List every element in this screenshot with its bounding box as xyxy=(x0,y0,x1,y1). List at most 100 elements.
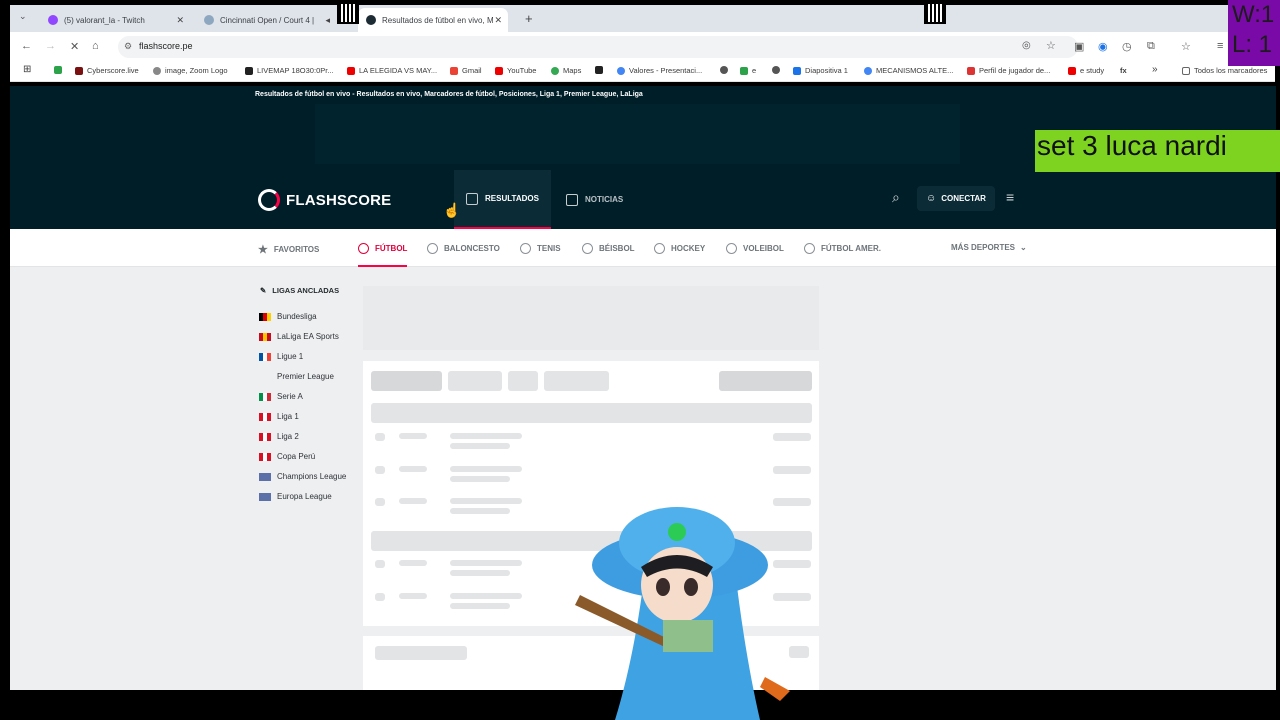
bookmark-item[interactable]: Cyberscore.live xyxy=(75,66,139,75)
bookmark-item[interactable] xyxy=(720,66,732,74)
pinned-league-item[interactable]: LaLiga EA Sports xyxy=(259,332,339,341)
bookmark-item[interactable]: Gmail xyxy=(450,66,482,75)
cast-icon[interactable]: ◉ xyxy=(1098,40,1108,53)
bookmark-item[interactable] xyxy=(772,66,784,74)
pinned-leagues-title: ✎ LIGAS ANCLADAS xyxy=(260,286,339,295)
bookmark-item[interactable]: MECANISMOS ALTE... xyxy=(864,66,953,75)
league-name: Europa League xyxy=(277,492,332,501)
nav-news[interactable]: NOTICIAS xyxy=(566,170,623,229)
sport-label: FÚTBOL xyxy=(375,244,408,253)
apps-icon[interactable]: ⊞ xyxy=(23,64,31,75)
league-name: Champions League xyxy=(277,472,347,481)
bookmark-item[interactable]: Perfil de jugador de... xyxy=(967,66,1050,75)
pinned-league-item[interactable]: Liga 1 xyxy=(259,412,299,421)
pinned-league-item[interactable]: Copa Perú xyxy=(259,452,315,461)
more-bookmarks-icon[interactable]: » xyxy=(1152,64,1158,75)
nav-results[interactable]: RESULTADOS xyxy=(454,170,551,229)
scoreboard-icon xyxy=(466,192,478,205)
bookmark-label: Diapositiva 1 xyxy=(805,66,848,75)
all-bookmarks-folder[interactable]: Todos los marcadores xyxy=(1182,66,1267,75)
omnibox[interactable]: ⚙ flashscore.pe ◎ ☆ xyxy=(118,36,1078,58)
league-name: Liga 1 xyxy=(277,412,299,421)
league-name: Premier League xyxy=(277,372,334,381)
connect-label: CONECTAR xyxy=(941,194,986,203)
new-tab-button[interactable]: + xyxy=(525,11,533,26)
bookmark-item[interactable]: Valores - Presentaci... xyxy=(617,66,702,75)
star-icon[interactable]: ☆ xyxy=(1046,39,1056,52)
more-sports-dropdown[interactable]: MÁS DEPORTES ⌄ xyxy=(951,243,1027,252)
pinned-league-item[interactable]: Liga 2 xyxy=(259,432,299,441)
sport-favorites[interactable]: ★ FAVORITOS xyxy=(258,243,319,256)
bookmark-label: Cyberscore.live xyxy=(87,66,139,75)
bookmarks-bar: ⊞ Cyberscore.live image, Zoom Logo LIVEM… xyxy=(10,62,1275,82)
bookmark-item[interactable]: LA ELEGIDA VS MAY... xyxy=(347,66,437,75)
pinned-league-item[interactable]: Serie A xyxy=(259,392,303,401)
eye-off-icon[interactable]: ◎ xyxy=(1022,40,1031,51)
tab-twitch[interactable]: (5) valorant_la - Twitch ✕ xyxy=(40,8,190,32)
skeleton-line xyxy=(450,508,510,514)
pinned-league-item[interactable]: Premier League xyxy=(259,372,334,381)
bookmark-item[interactable]: fx xyxy=(1120,66,1127,75)
logo-text: FLASHSCORE xyxy=(286,191,392,209)
tab-close-icon[interactable]: ✕ xyxy=(176,15,184,26)
site-info-icon[interactable]: ⚙ xyxy=(124,41,132,52)
wins-label: W:1 xyxy=(1232,1,1275,28)
menu-icon[interactable]: ≡ xyxy=(1217,40,1223,52)
sport-volleyball[interactable]: VOLEIBOL xyxy=(726,243,784,254)
losses-label: L: 1 xyxy=(1232,31,1273,58)
search-icon[interactable]: ⌕ xyxy=(892,189,900,206)
bookmark-item[interactable]: LIVEMAP 18O30:0Pr... xyxy=(245,66,334,75)
sport-hockey[interactable]: HOCKEY xyxy=(654,243,705,254)
bookmark-item[interactable]: YouTube xyxy=(495,66,536,75)
bookmark-item[interactable] xyxy=(595,66,607,74)
sport-basketball[interactable]: BALONCESTO xyxy=(427,243,500,254)
connect-button[interactable]: ☺ CONECTAR xyxy=(917,186,995,211)
sport-label: FAVORITOS xyxy=(273,245,320,254)
forward-icon[interactable]: → xyxy=(45,40,56,52)
skeleton-line xyxy=(450,466,522,472)
league-name: Copa Perú xyxy=(277,452,316,461)
bookmark-label: image, Zoom Logo xyxy=(165,66,228,75)
home-icon[interactable]: ⌂ xyxy=(92,40,99,52)
tab-cincinnati[interactable]: Cincinnati Open / Court 4 | ◂ xyxy=(196,8,336,32)
pinned-league-item[interactable]: Bundesliga xyxy=(259,312,317,321)
skeleton-line xyxy=(773,433,811,441)
hamburger-menu-icon[interactable]: ≡ xyxy=(1006,189,1014,205)
tab-close-icon[interactable]: ✕ xyxy=(494,15,502,26)
bookmark-label: Maps xyxy=(563,66,582,75)
bookmark-item[interactable]: image, Zoom Logo xyxy=(153,66,228,75)
skeleton-tab xyxy=(371,371,442,391)
url-text[interactable]: flashscore.pe xyxy=(139,41,193,51)
bookmark-item[interactable]: Maps xyxy=(551,66,581,75)
sport-baseball[interactable]: BÉISBOL xyxy=(582,243,635,254)
pinned-league-item[interactable]: Ligue 1 xyxy=(259,352,303,361)
bookmark-star-icon[interactable]: ☆ xyxy=(1181,40,1191,53)
tab-search-icon[interactable]: ⌄ xyxy=(19,11,27,22)
extension-icon[interactable]: ▣ xyxy=(1074,40,1084,53)
bookmark-item[interactable]: e xyxy=(740,66,756,75)
twitch-icon xyxy=(48,15,58,25)
bookmark-label: Todos los marcadores xyxy=(1194,66,1268,75)
league-name: Bundesliga xyxy=(277,312,317,321)
sport-tennis[interactable]: TENIS xyxy=(520,243,561,254)
bookmark-item[interactable]: Diapositiva 1 xyxy=(793,66,848,75)
volleyball-icon xyxy=(726,243,737,254)
bookmark-item[interactable] xyxy=(54,66,66,74)
sport-football[interactable]: FÚTBOL xyxy=(358,243,408,267)
back-icon[interactable]: ← xyxy=(21,40,32,52)
tab-flashscore[interactable]: Resultados de fútbol en vivo, M ✕ xyxy=(358,8,508,32)
mouse-pointer-icon: ☝ xyxy=(443,202,461,218)
country-flag-icon xyxy=(259,412,271,421)
bookmark-item[interactable]: e study xyxy=(1068,66,1104,75)
nav-label: RESULTADOS xyxy=(485,194,539,203)
flashscore-logo[interactable]: FLASHSCORE xyxy=(258,189,391,211)
pinned-league-item[interactable]: Europa League xyxy=(259,492,332,501)
puzzle-icon[interactable]: ⧉ xyxy=(1147,40,1155,53)
bookmark-label: LA ELEGIDA VS MAY... xyxy=(359,66,438,75)
country-flag-icon xyxy=(259,312,271,321)
history-icon[interactable]: ◷ xyxy=(1122,40,1132,53)
sport-american-football[interactable]: FÚTBOL AMER. xyxy=(804,243,881,254)
pinned-league-item[interactable]: Champions League xyxy=(259,472,346,481)
country-flag-icon xyxy=(259,452,271,461)
stop-icon[interactable]: ✕ xyxy=(70,40,79,53)
